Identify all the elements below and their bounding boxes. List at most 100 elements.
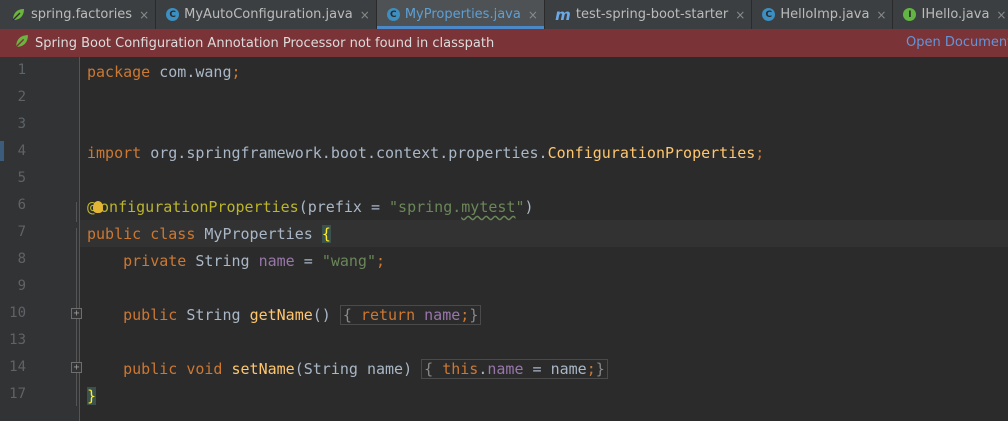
code-line-6: @ onfigurationProperties(prefix = "spring… — [87, 194, 534, 221]
code-token: ; — [755, 144, 765, 162]
code-token: } — [595, 360, 605, 378]
code-token: package — [87, 63, 151, 81]
code-token: String — [186, 252, 259, 270]
tab-label: test-spring-boot-starter — [575, 7, 729, 22]
line-number: 10 — [9, 305, 26, 321]
code-line-8: private String name = "wang"; — [87, 248, 385, 275]
tab-myautoconfiguration[interactable]: C MyAutoConfiguration.java × — [156, 0, 377, 29]
expand-fold-icon[interactable]: + — [71, 308, 82, 319]
interface-icon: I — [903, 8, 917, 21]
spring-leaf-icon — [14, 34, 29, 52]
code-token: { — [424, 360, 434, 378]
code-token: org.springframework.boot.context.propert… — [141, 144, 548, 162]
line-number: 9 — [17, 278, 26, 294]
tab-helloimp[interactable]: C HelloImp.java × — [752, 0, 894, 29]
class-icon: C — [166, 8, 180, 21]
line-number: 13 — [9, 332, 26, 348]
code-line-1: package com.wang; — [87, 59, 241, 86]
tab-ihello[interactable]: I IHello.java × — [893, 0, 1008, 29]
code-token: ; — [231, 63, 241, 81]
line-number: 3 — [17, 116, 26, 132]
close-icon[interactable]: × — [735, 9, 745, 21]
code-line-10: public String getName() { return name;} — [87, 302, 482, 329]
code-token: ) — [524, 198, 534, 216]
code-token: getName — [249, 306, 313, 324]
code-token: public — [123, 306, 178, 324]
code-token: name — [487, 360, 524, 378]
code-token: ; — [460, 306, 470, 324]
code-token: name — [258, 252, 295, 270]
code-token: "spring. — [389, 198, 462, 216]
tab-label: HelloImp.java — [780, 7, 870, 22]
code-editor[interactable]: 1 2 3 4 5 6 7 8 9 10 13 14 17 + + packag… — [0, 57, 1008, 421]
tab-test-spring-boot-starter[interactable]: m test-spring-boot-starter × — [545, 0, 753, 29]
tab-label: MyProperties.java — [404, 7, 521, 22]
line-number: 17 — [9, 386, 26, 402]
code-token: "wang" — [321, 252, 376, 270]
code-line-14: public void setName(String name) { this.… — [87, 356, 608, 383]
expand-fold-icon[interactable]: + — [71, 362, 82, 373]
close-icon[interactable]: × — [139, 9, 149, 21]
close-icon[interactable]: × — [528, 9, 538, 21]
code-token: return — [351, 306, 425, 324]
line-number: 8 — [17, 251, 26, 267]
code-token: () — [312, 306, 340, 324]
class-icon: C — [386, 8, 400, 21]
line-number-gutter: 1 2 3 4 5 6 7 8 9 10 13 14 17 — [0, 57, 80, 421]
code-token: " — [515, 198, 525, 216]
code-token: public void — [123, 360, 223, 378]
code-token: = name — [523, 360, 587, 378]
line-number: 4 — [17, 143, 26, 159]
line-number: 1 — [17, 62, 26, 78]
tab-label: spring.factories — [31, 7, 133, 22]
code-token: String — [177, 306, 250, 324]
tab-spring-factories[interactable]: spring.factories × — [0, 0, 157, 29]
code-token: (String name) — [294, 360, 422, 378]
code-token: onfigurationProperties — [100, 198, 299, 216]
code-token: { — [342, 306, 352, 324]
close-icon[interactable]: × — [360, 9, 370, 21]
code-token: } — [87, 387, 97, 405]
code-token: public class — [87, 225, 196, 243]
class-icon: C — [762, 8, 776, 21]
tab-myproperties[interactable]: C MyProperties.java × — [376, 0, 545, 29]
folded-method-body[interactable]: { return name;} — [339, 305, 482, 325]
lightbulb-icon[interactable] — [93, 201, 104, 213]
code-token: private — [123, 252, 187, 270]
maven-icon: m — [555, 5, 571, 24]
code-token: import — [87, 144, 142, 162]
line-number: 7 — [17, 224, 26, 240]
fold-guide — [76, 202, 77, 222]
code-token: (prefix = — [298, 198, 390, 216]
code-line-17: } — [87, 383, 97, 410]
tab-label: MyAutoConfiguration.java — [184, 7, 353, 22]
code-token: com.wang — [150, 63, 232, 81]
code-token: } — [469, 306, 479, 324]
tab-label: IHello.java — [921, 7, 990, 22]
warning-message: Spring Boot Configuration Annotation Pro… — [35, 35, 495, 51]
code-token: ; — [586, 360, 596, 378]
code-token: name — [424, 306, 461, 324]
folded-method-body[interactable]: { this.name = name;} — [421, 359, 608, 379]
code-token: ConfigurationProperties — [547, 144, 756, 162]
code-token: mytest — [461, 198, 516, 216]
code-line-4: import org.springframework.boot.context.… — [87, 140, 764, 167]
editor-tab-bar: spring.factories × C MyAutoConfiguration… — [0, 0, 1008, 30]
line-number: 2 — [17, 89, 26, 105]
code-token: { — [321, 225, 331, 243]
code-line-7: public class MyProperties { — [87, 221, 331, 248]
code-token: setName — [222, 360, 295, 378]
line-number: 6 — [17, 197, 26, 213]
close-icon[interactable]: × — [876, 9, 886, 21]
spring-leaf-icon — [10, 8, 26, 21]
code-token: = — [294, 252, 322, 270]
code-token: MyProperties — [195, 225, 322, 243]
line-number: 14 — [9, 359, 26, 375]
close-icon[interactable]: × — [996, 9, 1006, 21]
open-documentation-link[interactable]: Open Documentation... — [906, 35, 1008, 50]
line-number: 5 — [17, 170, 26, 186]
code-token: this — [433, 360, 479, 378]
code-token: ; — [376, 252, 386, 270]
